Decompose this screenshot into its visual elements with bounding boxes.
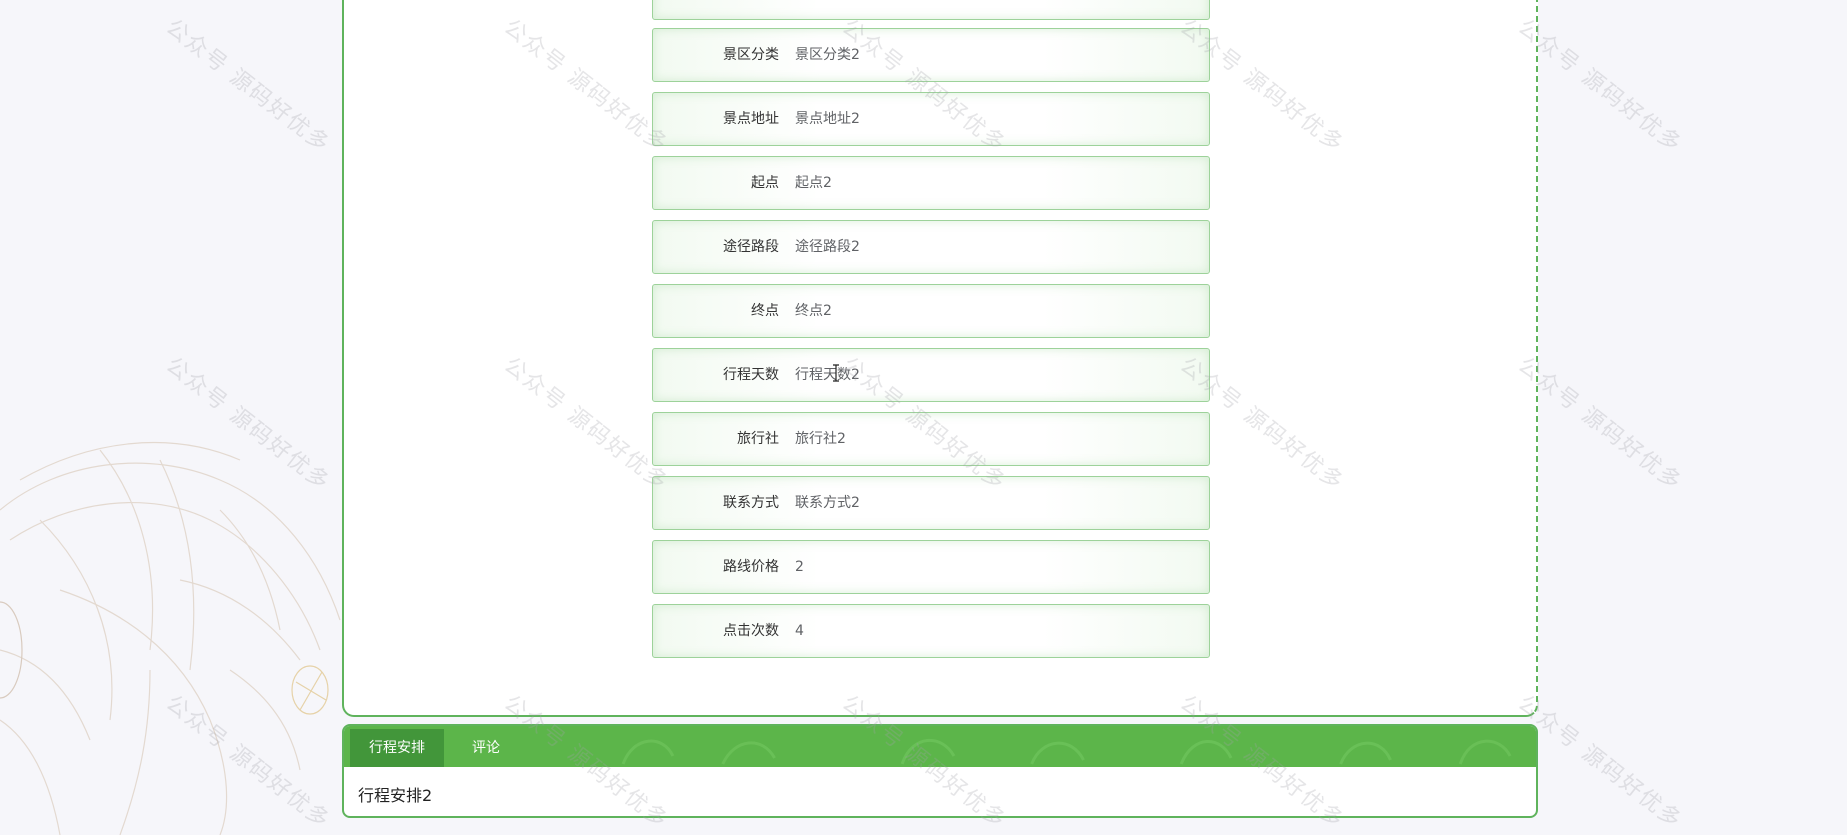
tab-itinerary[interactable]: 行程安排 (350, 729, 444, 767)
field-label: 景点地址 (723, 111, 779, 127)
watermark: 公众号 源码好优多 (1512, 690, 1687, 835)
watermark: 公众号 源码好优多 (160, 352, 335, 497)
tab-comments[interactable]: 评论 (456, 729, 516, 767)
field-value: 终点2 (795, 303, 832, 319)
watermark: 公众号 源码好优多 (160, 690, 335, 835)
field-label: 景区分类 (723, 47, 779, 63)
field-label: 行程天数 (723, 367, 779, 383)
watermark: 公众号 源码好优多 (1512, 352, 1687, 497)
field-value: 旅行社2 (795, 431, 846, 447)
detail-row-end: 终点 终点2 (652, 284, 1210, 338)
field-label: 联系方式 (723, 495, 779, 511)
detail-panel: 景区分类 景区分类2 景点地址 景点地址2 起点 起点2 途径路段 途径路段2 … (342, 0, 1538, 717)
detail-row-contact: 联系方式 联系方式2 (652, 476, 1210, 530)
tab-bar-pattern (621, 739, 1512, 765)
field-label: 终点 (751, 303, 779, 319)
detail-row-days: 行程天数 行程天数2 (652, 348, 1210, 402)
watermark: 公众号 源码好优多 (160, 14, 335, 159)
field-label: 旅行社 (737, 431, 779, 447)
field-value: 景点地址2 (795, 111, 860, 127)
field-value: 途径路段2 (795, 239, 860, 255)
lotus-lineart-decoration (0, 441, 341, 835)
field-label: 途径路段 (723, 239, 779, 255)
detail-row-clicks: 点击次数 4 (652, 604, 1210, 658)
field-label: 起点 (751, 175, 779, 191)
detail-row-address: 景点地址 景点地址2 (652, 92, 1210, 146)
field-value: 4 (795, 623, 804, 639)
detail-row-agency: 旅行社 旅行社2 (652, 412, 1210, 466)
tab-panel: 行程安排 评论 行程安排2 (342, 724, 1538, 818)
field-value: 景区分类2 (795, 47, 860, 63)
field-value: 联系方式2 (795, 495, 860, 511)
field-label: 路线价格 (723, 559, 779, 575)
detail-row-scenic-category: 景区分类 景区分类2 (652, 28, 1210, 82)
field-value: 起点2 (795, 175, 832, 191)
tab-content-text: 行程安排2 (358, 786, 433, 805)
field-value: 行程天数2 (795, 367, 860, 383)
field-label: 点击次数 (723, 623, 779, 639)
detail-row-start: 起点 起点2 (652, 156, 1210, 210)
field-value: 2 (795, 559, 804, 575)
tab-bar: 行程安排 评论 (344, 726, 1536, 767)
detail-row-route: 途径路段 途径路段2 (652, 220, 1210, 274)
detail-row-price: 路线价格 2 (652, 540, 1210, 594)
detail-row-partial (652, 0, 1210, 20)
watermark: 公众号 源码好优多 (1512, 14, 1687, 159)
